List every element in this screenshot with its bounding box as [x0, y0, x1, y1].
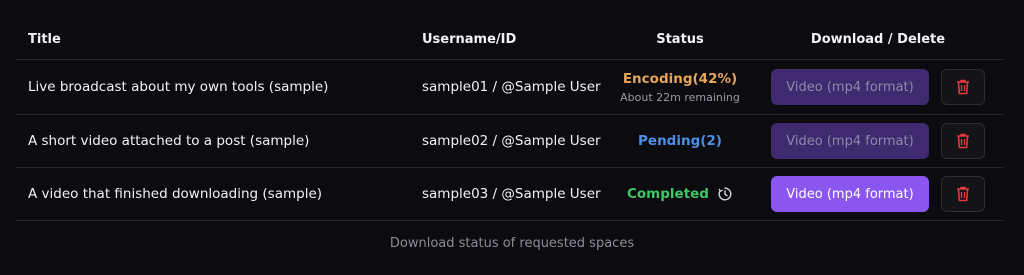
table-header: Title Username/ID Status Download / Dele… [16, 20, 1004, 60]
timer-icon [717, 186, 733, 202]
delete-button[interactable] [941, 123, 985, 159]
header-username: Username/ID [422, 32, 517, 47]
row-username: sample01 / @Sample User [422, 79, 601, 95]
row-title: A short video attached to a post (sample… [28, 133, 310, 149]
table-caption: Download status of requested spaces [389, 236, 635, 251]
download-video-button[interactable]: Video (mp4 format) [771, 176, 929, 212]
status-cell: Completed [608, 186, 752, 202]
delete-button[interactable] [941, 176, 985, 212]
status-badge: Pending(2) [638, 133, 722, 149]
header-status: Status [656, 32, 704, 47]
trash-icon [956, 133, 970, 149]
status-remaining: About 22m remaining [620, 90, 740, 104]
table-row: Live broadcast about my own tools (sampl… [16, 60, 1004, 115]
download-video-button[interactable]: Video (mp4 format) [771, 69, 929, 105]
delete-button[interactable] [941, 69, 985, 105]
row-title: Live broadcast about my own tools (sampl… [28, 79, 329, 95]
download-video-button[interactable]: Video (mp4 format) [771, 123, 929, 159]
status-cell: Encoding(42%) About 22m remaining [608, 71, 752, 104]
row-title: A video that finished downloading (sampl… [28, 186, 323, 202]
status-cell: Pending(2) [608, 133, 752, 149]
status-label: Completed [627, 186, 709, 202]
status-badge: Encoding(42%) [622, 70, 738, 87]
table-row: A video that finished downloading (sampl… [16, 168, 1004, 221]
actions-cell: Video (mp4 format) [752, 69, 1004, 105]
table-row: A short video attached to a post (sample… [16, 115, 1004, 168]
trash-icon [956, 186, 970, 202]
actions-cell: Video (mp4 format) [752, 123, 1004, 159]
actions-cell: Video (mp4 format) [752, 176, 1004, 212]
status-badge: Completed [627, 186, 733, 202]
row-username: sample03 / @Sample User [422, 186, 601, 202]
row-username: sample02 / @Sample User [422, 133, 601, 149]
downloads-table: Title Username/ID Status Download / Dele… [16, 20, 1004, 221]
header-actions: Download / Delete [810, 32, 946, 47]
header-title: Title [28, 32, 61, 47]
trash-icon [956, 79, 970, 95]
